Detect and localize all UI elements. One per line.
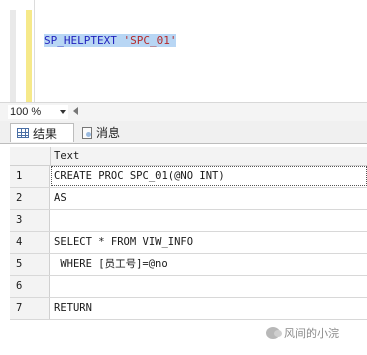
scroll-left-arrow-icon[interactable]	[73, 107, 78, 115]
row-number[interactable]: 7	[10, 298, 50, 319]
watermark: 风间的小浣	[266, 325, 339, 341]
row-number[interactable]: 1	[10, 166, 50, 187]
table-cell[interactable]: RETURN	[54, 298, 92, 319]
result-tabs: 结果 消息	[0, 121, 367, 144]
column-header-text[interactable]: Text	[54, 147, 79, 165]
code-string: 'SPC_01'	[123, 34, 177, 47]
zoom-value: 100 %	[10, 106, 42, 118]
table-cell[interactable]: SELECT * FROM VIW_INFO	[54, 232, 193, 253]
table-cell[interactable]: WHERE [员工号]=@no	[54, 254, 167, 275]
table-cell[interactable]: CREATE PROC SPC_01(@NO INT)	[54, 166, 225, 187]
row-number[interactable]: 6	[10, 276, 50, 297]
tab-messages-label: 消息	[96, 126, 121, 140]
message-icon	[82, 126, 92, 139]
code-keyword: SP_HELPTEXT	[44, 34, 117, 47]
wechat-icon	[266, 327, 282, 339]
query-editor[interactable]: SP_HELPTEXT 'SPC_01'	[0, 0, 367, 102]
table-row[interactable]: 4 SELECT * FROM VIW_INFO	[10, 232, 367, 254]
row-number[interactable]: 4	[10, 232, 50, 253]
row-number[interactable]: 5	[10, 254, 50, 275]
tab-messages[interactable]: 消息	[76, 123, 126, 142]
tab-results-label: 结果	[33, 126, 58, 141]
row-number[interactable]: 3	[10, 210, 50, 231]
grid-icon	[17, 128, 29, 138]
chevron-down-icon	[60, 110, 66, 114]
editor-divider	[34, 0, 35, 102]
table-row[interactable]: 6	[10, 276, 367, 298]
zoom-select[interactable]: 100 %	[8, 105, 68, 119]
watermark-text: 风间的小浣	[284, 328, 339, 340]
table-row[interactable]: 5 WHERE [员工号]=@no	[10, 254, 367, 276]
grid-header: Text	[10, 147, 367, 166]
zoom-bar: 100 %	[0, 102, 367, 122]
table-row[interactable]: 1 CREATE PROC SPC_01(@NO INT)	[10, 166, 367, 188]
grid-corner[interactable]	[10, 147, 51, 165]
results-grid[interactable]: Text 1 CREATE PROC SPC_01(@NO INT) 2 AS …	[10, 147, 367, 320]
editor-margin	[10, 10, 16, 102]
row-number[interactable]: 2	[10, 188, 50, 209]
table-cell[interactable]: AS	[54, 188, 67, 209]
tab-results[interactable]: 结果	[10, 123, 74, 142]
table-row[interactable]: 3	[10, 210, 367, 232]
table-row[interactable]: 2 AS	[10, 188, 367, 210]
change-indicator-bar	[26, 10, 32, 102]
code-line[interactable]: SP_HELPTEXT 'SPC_01'	[44, 34, 177, 47]
table-row[interactable]: 7 RETURN	[10, 298, 367, 320]
